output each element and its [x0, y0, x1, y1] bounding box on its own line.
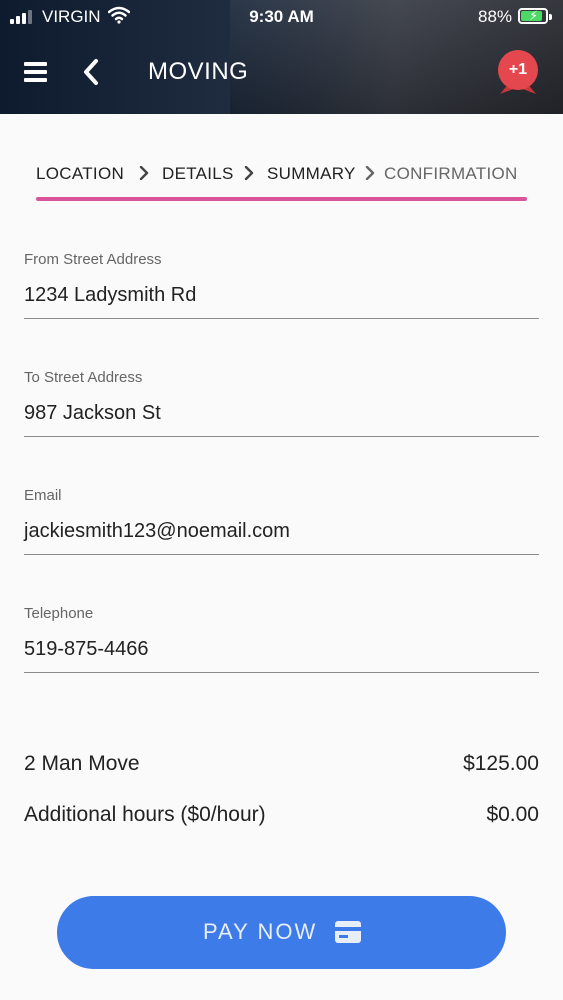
step-confirmation[interactable]: CONFIRMATION — [384, 164, 518, 184]
battery-icon: ⚡ — [518, 8, 552, 24]
notification-badge[interactable]: +1 — [496, 50, 540, 94]
back-arrow-icon[interactable] — [80, 58, 102, 86]
page-title: MOVING — [148, 58, 249, 85]
step-location[interactable]: LOCATION — [36, 164, 124, 184]
app-header: VIRGIN 9:30 AM 88% ⚡ MOVING +1 — [0, 0, 563, 114]
from-address-value[interactable]: 1234 Ladysmith Rd — [24, 284, 196, 307]
price-row-move: 2 Man Move $125.00 — [24, 752, 539, 782]
hamburger-menu-icon[interactable] — [24, 62, 47, 82]
from-address-field[interactable]: From Street Address 1234 Ladysmith Rd — [24, 251, 539, 319]
status-bar: VIRGIN 9:30 AM 88% ⚡ — [0, 0, 563, 34]
field-underline — [24, 672, 539, 673]
step-summary[interactable]: SUMMARY — [267, 164, 356, 184]
email-label: Email — [24, 487, 62, 504]
chevron-right-icon — [365, 166, 375, 180]
field-underline — [24, 318, 539, 319]
price-row-additional-hours: Additional hours ($0/hour) $0.00 — [24, 803, 539, 833]
steps-progress-underline — [36, 197, 527, 201]
telephone-value[interactable]: 519-875-4466 — [24, 638, 149, 661]
pay-now-button[interactable]: PAY NOW — [57, 896, 506, 969]
email-value[interactable]: jackiesmith123@noemail.com — [24, 520, 290, 543]
price-item-amount: $125.00 — [463, 752, 539, 775]
pay-now-label: PAY NOW — [203, 919, 318, 944]
step-details[interactable]: DETAILS — [162, 164, 234, 184]
telephone-field[interactable]: Telephone 519-875-4466 — [24, 605, 539, 673]
price-item-amount: $0.00 — [486, 803, 539, 826]
credit-card-icon — [335, 921, 361, 943]
field-underline — [24, 554, 539, 555]
price-item-name: 2 Man Move — [24, 752, 140, 775]
email-field[interactable]: Email jackiesmith123@noemail.com — [24, 487, 539, 555]
to-address-field[interactable]: To Street Address 987 Jackson St — [24, 369, 539, 437]
from-address-label: From Street Address — [24, 251, 162, 268]
field-underline — [24, 436, 539, 437]
chevron-right-icon — [244, 166, 254, 180]
badge-count: +1 — [498, 50, 538, 90]
price-item-name: Additional hours ($0/hour) — [24, 803, 266, 826]
telephone-label: Telephone — [24, 605, 94, 622]
progress-steps: LOCATION DETAILS SUMMARY CONFIRMATION — [36, 160, 528, 186]
to-address-label: To Street Address — [24, 369, 143, 386]
battery-percent: 88% — [478, 7, 513, 26]
to-address-value[interactable]: 987 Jackson St — [24, 402, 161, 425]
chevron-right-icon — [139, 166, 149, 180]
